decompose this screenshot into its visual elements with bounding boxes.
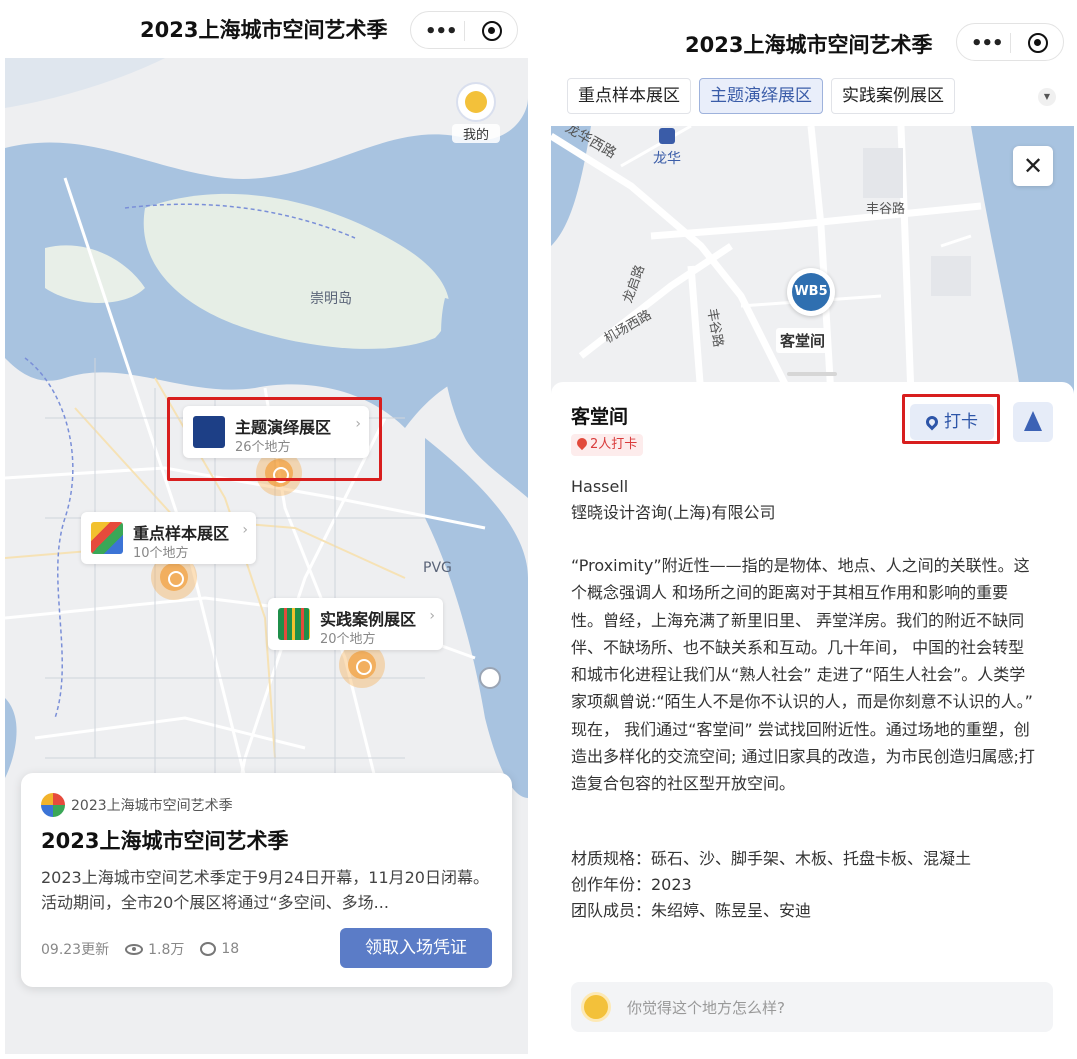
my-label: 我的 <box>452 124 500 143</box>
map-label-road: 丰谷路 <box>866 202 906 217</box>
chevron-right-icon: › <box>242 522 248 538</box>
mini-program-capsule: ••• <box>410 11 518 49</box>
designer-name: Hassell <box>571 477 629 496</box>
updated-date: 09.23更新 <box>41 942 110 958</box>
left-screen: 2023上海城市空间艺术季 ••• 我的 崇明岛 PVG 主题演绎展区 26个地… <box>5 0 528 1054</box>
place-name: 客堂间 <box>571 406 629 428</box>
place-description: “Proximity”附近性——指的是物体、地点、人之间的关联性。这个概念强调人… <box>571 556 1035 794</box>
navigate-arrow-icon[interactable] <box>1013 402 1053 442</box>
materials: 材质规格：砾石、沙、脚手架、木板、托盘卡板、混凝土 <box>571 849 972 868</box>
card-description: 2023上海城市空间艺术季定于9月24日开幕，11月20日闭幕。活动期间，全市2… <box>41 868 489 912</box>
place-detail-sheet: 客堂间 2人打卡 打卡 Hassell 铿晓设计咨询(上海)有限公司 “Prox… <box>551 372 1074 1054</box>
right-screen: 2023上海城市空间艺术季 ••• 重点样本展区 主题演绎展区 实践案例展区 ▼ <box>551 0 1074 1054</box>
map-label-island: 崇明岛 <box>310 291 352 307</box>
eye-icon <box>125 943 144 955</box>
my-profile-button[interactable]: 我的 <box>452 82 500 143</box>
zone-card-sample[interactable]: 重点样本展区 10个地方 › <box>81 512 256 564</box>
brand-row: 2023上海城市空间艺术季 <box>41 793 233 817</box>
comment-input[interactable]: 你觉得这个地方怎么样? <box>627 997 785 1018</box>
drag-handle[interactable] <box>787 372 837 376</box>
brand-name: 2023上海城市空间艺术季 <box>71 798 233 814</box>
team-members: 团队成员：朱绍婷、陈昱呈、安迪 <box>571 901 812 920</box>
close-icon[interactable]: ✕ <box>1013 146 1053 186</box>
highlight-annotation <box>167 397 382 481</box>
creation-year: 创作年份：2023 <box>571 875 692 894</box>
zone-name: 实践案例展区 <box>320 610 417 629</box>
zone-thumb-sample <box>91 522 123 554</box>
tab-practice-zone[interactable]: 实践案例展区 <box>831 78 955 114</box>
get-ticket-button[interactable]: 领取入场凭证 <box>340 928 492 968</box>
flame-icon <box>574 435 590 451</box>
zone-card-practice[interactable]: 实践案例展区 20个地方 › <box>268 598 443 650</box>
map-label-station: 龙华 <box>653 151 681 167</box>
zone-count: 10个地方 <box>133 546 189 561</box>
pin-code: WB5 <box>792 273 830 311</box>
comment-icon <box>200 942 217 956</box>
more-icon[interactable]: ••• <box>971 33 1004 54</box>
mini-program-capsule: ••• <box>956 23 1064 61</box>
checkin-count-badge: 2人打卡 <box>571 434 644 456</box>
page-title: 2023上海城市空间艺术季 <box>140 18 388 42</box>
chevron-down-icon[interactable]: ▼ <box>1038 88 1056 106</box>
metro-icon <box>659 128 675 144</box>
avatar <box>456 82 496 122</box>
zone-name: 重点样本展区 <box>133 524 230 543</box>
event-info-card[interactable]: 2023上海城市空间艺术季 2023上海城市空间艺术季 2023上海城市空间艺术… <box>21 773 512 987</box>
detail-map[interactable]: 龙华西路 龙华 丰谷路 龙启路 机场西路 丰谷路 ✕ <box>551 126 1074 396</box>
tab-sample-zone[interactable]: 重点样本展区 <box>567 78 691 114</box>
chevron-right-icon: › <box>429 608 435 624</box>
zone-tabs: 重点样本展区 主题演绎展区 实践案例展区 <box>567 78 955 114</box>
left-top-bar: 2023上海城市空间艺术季 ••• <box>5 0 528 60</box>
view-count: 1.8万 <box>148 942 185 958</box>
avatar <box>581 992 611 1022</box>
brand-logo <box>41 793 65 817</box>
close-miniprogram-icon[interactable] <box>1028 33 1048 53</box>
zone-count: 20个地方 <box>320 632 376 647</box>
card-title: 2023上海城市空间艺术季 <box>41 829 289 853</box>
comment-count: 18 <box>221 941 240 957</box>
zone-thumb-practice <box>278 608 310 640</box>
designer-company: 铿晓设计咨询(上海)有限公司 <box>571 503 776 522</box>
close-miniprogram-icon[interactable] <box>482 21 502 41</box>
right-top-bar: 2023上海城市空间艺术季 ••• <box>551 0 1074 70</box>
tab-theme-zone[interactable]: 主题演绎展区 <box>699 78 823 114</box>
pin-label: 客堂间 <box>776 328 830 353</box>
highlight-annotation <box>902 394 1000 444</box>
map-label-pvg: PVG <box>423 560 452 576</box>
card-meta: 09.23更新 1.8万 18 <box>41 939 239 959</box>
overview-map[interactable]: 我的 崇明岛 PVG 主题演绎展区 26个地方 › 重点样本展区 10个地方 ›… <box>5 58 528 1054</box>
place-pin[interactable]: WB5 <box>787 268 835 316</box>
comment-bar[interactable]: 你觉得这个地方怎么样? <box>571 982 1053 1032</box>
page-title: 2023上海城市空间艺术季 <box>685 33 933 57</box>
more-icon[interactable]: ••• <box>425 21 458 42</box>
